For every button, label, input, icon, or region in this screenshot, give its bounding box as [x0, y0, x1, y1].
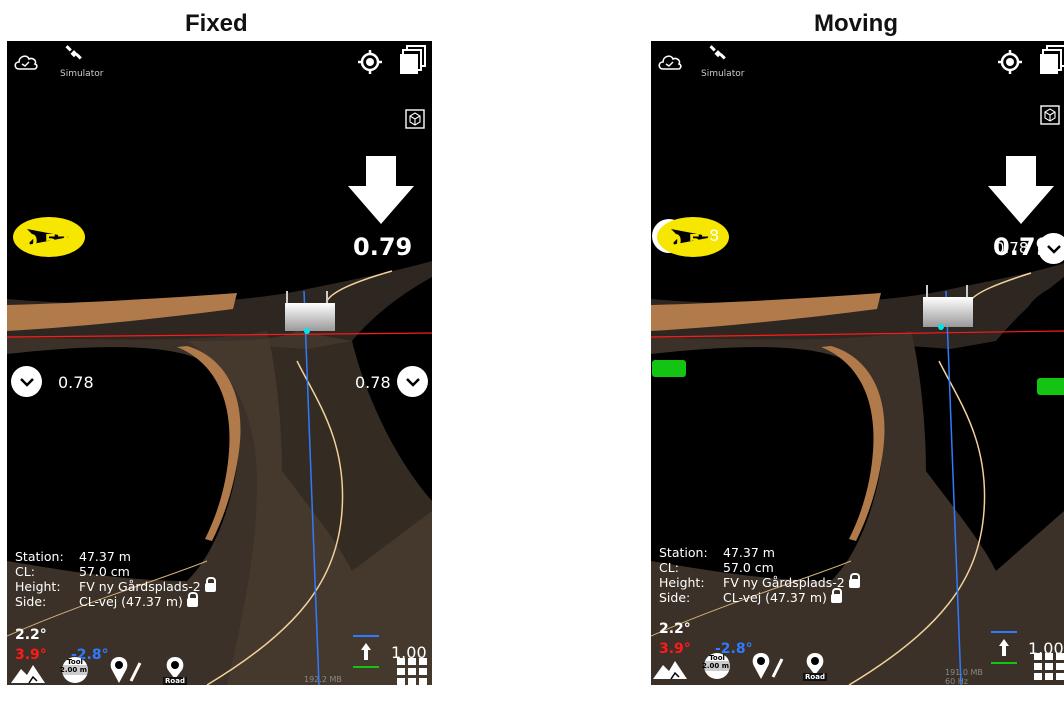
lock-icon[interactable]: [204, 577, 216, 592]
side-value: CL-vej (47.37 m): [79, 594, 183, 609]
elevation-scale-icon[interactable]: [353, 635, 379, 674]
tool-button[interactable]: Tool 2.00 m: [59, 655, 91, 685]
gps-source-label: Simulator: [701, 69, 745, 79]
height-label: Height:: [15, 579, 61, 594]
layers-icon[interactable]: [1039, 45, 1064, 80]
tool-label: Tool: [709, 654, 725, 662]
yellow-offset-value: 0.57: [669, 231, 714, 252]
height-value: FV ny Gårdsplads-2: [723, 575, 845, 590]
right-green-indicator: [1037, 378, 1064, 395]
side-value: CL-vej (47.37 m): [723, 590, 827, 605]
station-label: Station:: [15, 549, 64, 564]
left-slope-chevron-icon[interactable]: [11, 366, 42, 397]
station-value: 47.37 m: [79, 549, 131, 564]
grid-menu-icon[interactable]: [397, 658, 427, 685]
side-label: Side:: [15, 594, 47, 609]
info-panel: Station: 47.37 m CL: 57.0 cm Height: FV ny …: [659, 545, 860, 605]
yellow-offset-value: 0.57: [25, 231, 70, 252]
down-arrow-icon: [988, 156, 1054, 229]
terrain-icon[interactable]: [653, 655, 687, 685]
side-label: Side:: [659, 590, 691, 605]
memory-usage: 191.0 MB: [945, 668, 983, 677]
locate-icon[interactable]: [357, 49, 383, 80]
gps-source-label: Simulator: [60, 69, 104, 79]
layers-icon[interactable]: [399, 45, 427, 80]
info-panel: Station: 47.37 m CL: 57.0 cm Height: FV ny …: [15, 549, 216, 609]
road-label: Road: [805, 673, 825, 681]
cl-label: CL:: [659, 560, 679, 575]
right-slope-chevron-icon[interactable]: [1038, 233, 1064, 264]
cl-value: 57.0 cm: [723, 560, 774, 575]
point-edit-icon[interactable]: [749, 651, 785, 685]
cloud-sync-icon[interactable]: [657, 51, 683, 76]
frame-rate: 60 Hz: [945, 677, 968, 685]
locate-icon[interactable]: [997, 49, 1023, 80]
3d-view-icon[interactable]: [1040, 105, 1060, 130]
cut-fill-value: 0.79: [353, 233, 413, 261]
memory-usage: 192.2 MB: [304, 675, 342, 684]
satellite-icon[interactable]: [64, 43, 84, 68]
elevation-scale-icon[interactable]: [991, 631, 1017, 670]
main-angle: 2.2°: [659, 621, 691, 637]
right-slope-chevron-icon[interactable]: [397, 366, 428, 397]
moving-panel: Simulator 8 0.57 0.78 0.79 Station: 47.37…: [651, 41, 1064, 685]
grid-menu-icon[interactable]: [1034, 653, 1064, 685]
lock-icon[interactable]: [848, 573, 860, 588]
tool-size: 2.00 m: [702, 662, 730, 670]
road-button[interactable]: Road: [159, 655, 191, 685]
fixed-panel: Simulator 0.57 0.79 0.78 0.78 Station: 47…: [7, 41, 432, 685]
terrain-icon[interactable]: [11, 659, 45, 685]
main-angle: 2.2°: [15, 627, 47, 643]
left-slope-value: 0.78: [58, 373, 94, 392]
point-edit-icon[interactable]: [107, 655, 143, 685]
station-value: 47.37 m: [723, 545, 775, 560]
road-label: Road: [165, 677, 185, 685]
down-arrow-icon: [348, 156, 414, 229]
title-moving: Moving: [814, 10, 898, 37]
tool-label: Tool: [67, 658, 83, 666]
left-green-indicator: [652, 360, 686, 377]
cl-label: CL:: [15, 564, 35, 579]
right-slope-value: 0.78: [355, 373, 391, 392]
station-label: Station:: [659, 545, 708, 560]
cloud-sync-icon[interactable]: [13, 51, 39, 76]
satellite-icon[interactable]: [708, 43, 728, 68]
height-value: FV ny Gårdsplads-2: [79, 579, 201, 594]
height-label: Height:: [659, 575, 705, 590]
tool-button[interactable]: Tool 2.00 m: [701, 651, 733, 685]
road-button[interactable]: Road: [799, 651, 831, 685]
title-fixed: Fixed: [185, 10, 248, 37]
tool-size: 2.00 m: [60, 666, 88, 674]
cl-value: 57.0 cm: [79, 564, 130, 579]
lock-icon[interactable]: [830, 588, 842, 603]
lock-icon[interactable]: [186, 592, 198, 607]
3d-view-icon[interactable]: [405, 109, 425, 134]
